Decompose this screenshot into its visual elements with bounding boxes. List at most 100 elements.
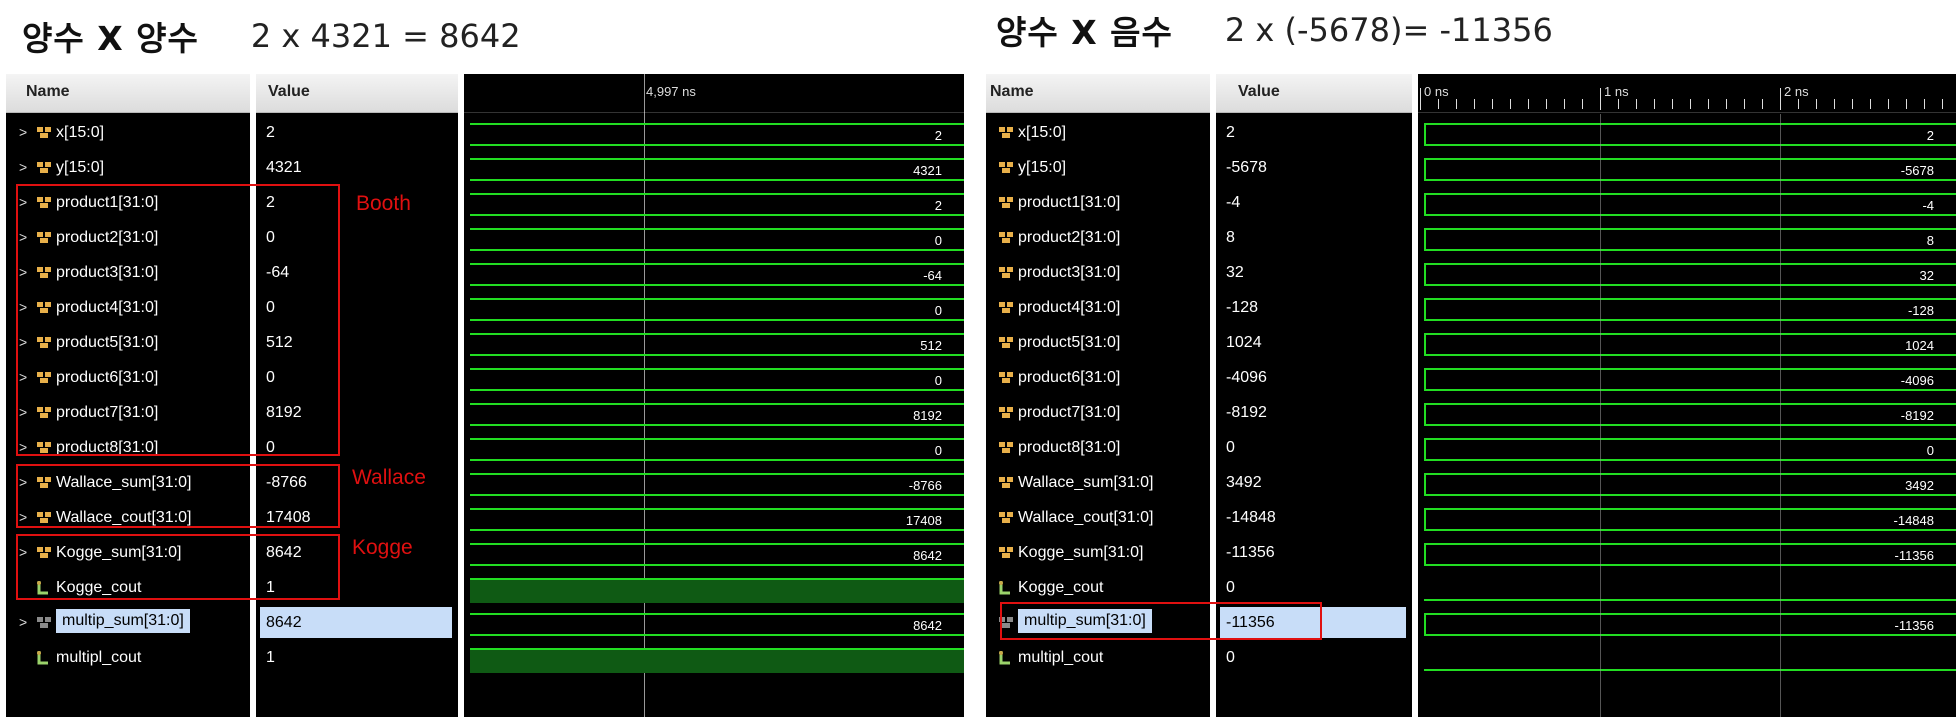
waveform-trace[interactable]: -11356	[1424, 606, 1956, 641]
signal-row[interactable]: > multip_sum[31:0]	[6, 606, 250, 641]
waveform-trace[interactable]: 0	[470, 431, 964, 466]
signal-value-row[interactable]: 8	[1216, 221, 1412, 256]
waveform-trace[interactable]	[1424, 571, 1956, 606]
signal-row[interactable]: Kogge_sum[31:0]	[986, 536, 1210, 571]
waveform-trace[interactable]: 8642	[470, 536, 964, 571]
right-time-ruler[interactable]: 0 ns 1 ns 2 ns	[1418, 74, 1956, 113]
signal-row[interactable]: product5[31:0]	[986, 326, 1210, 361]
waveform-trace[interactable]: -14848	[1424, 501, 1956, 536]
signal-row[interactable]: Kogge_cout	[986, 571, 1210, 606]
signal-value-row[interactable]: 3492	[1216, 466, 1412, 501]
signal-value-row[interactable]: 2	[1216, 116, 1412, 151]
signal-row[interactable]: Wallace_sum[31:0]	[986, 466, 1210, 501]
waveform-trace[interactable]: 3492	[1424, 466, 1956, 501]
left-name-header[interactable]: Name	[6, 74, 250, 113]
waveform-trace[interactable]: -4	[1424, 186, 1956, 221]
signal-row[interactable]: multipl_cout	[986, 641, 1210, 676]
waveform-trace[interactable]: 0	[1424, 431, 1956, 466]
waveform-trace[interactable]: 17408	[470, 501, 964, 536]
ruler-minor-tick	[1888, 99, 1889, 109]
right-value-header[interactable]: Value	[1216, 74, 1412, 113]
waveform-trace[interactable]: -8192	[1424, 396, 1956, 431]
waveform-trace[interactable]: 32	[1424, 256, 1956, 291]
signal-row[interactable]: > y[15:0]	[6, 151, 250, 186]
signal-row[interactable]: Wallace_cout[31:0]	[986, 501, 1210, 536]
waveform-trace[interactable]: -4096	[1424, 361, 1956, 396]
signal-value-row[interactable]: -11356	[1216, 536, 1412, 571]
signal-value-row[interactable]: 8642	[256, 606, 458, 641]
waveform-trace[interactable]: -5678	[1424, 151, 1956, 186]
waveform-trace[interactable]: -128	[1424, 291, 1956, 326]
expand-chevron-icon[interactable]: >	[19, 124, 27, 140]
waveform-trace[interactable]: 1024	[1424, 326, 1956, 361]
signal-row[interactable]: product4[31:0]	[986, 291, 1210, 326]
transition-edge	[1424, 473, 1434, 496]
signal-value-row[interactable]: 1024	[1216, 326, 1412, 361]
bus-signal-icon	[998, 335, 1014, 349]
bus-edge-bottom	[470, 354, 964, 356]
signal-value-row[interactable]: 32	[1216, 256, 1412, 291]
ruler-minor-tick	[1906, 99, 1907, 109]
signal-value-row[interactable]: 1	[256, 641, 458, 676]
signal-row[interactable]: product8[31:0]	[986, 431, 1210, 466]
waveform-trace[interactable]: -11356	[1424, 536, 1956, 571]
signal-value-row[interactable]: 4321	[256, 151, 458, 186]
bus-edge-top	[1424, 333, 1956, 335]
expand-chevron-icon[interactable]: >	[19, 614, 27, 630]
kogge-highlight-box	[16, 534, 340, 600]
signal-row[interactable]: product7[31:0]	[986, 396, 1210, 431]
signal-value-row[interactable]: -5678	[1216, 151, 1412, 186]
transition-edge	[1424, 508, 1434, 531]
signal-value-row[interactable]: -4096	[1216, 361, 1412, 396]
right-name-header[interactable]: Name	[986, 74, 1210, 113]
left-value-header[interactable]: Value	[256, 74, 458, 113]
signal-value-row[interactable]: 2	[256, 116, 458, 151]
waveform-trace[interactable]: 2	[1424, 116, 1956, 151]
signal-row[interactable]: multipl_cout	[6, 641, 250, 676]
waveform-trace[interactable]: 2	[470, 186, 964, 221]
waveform-trace[interactable]	[1424, 641, 1956, 676]
waveform-value-label: 0	[934, 303, 942, 318]
signal-row[interactable]: x[15:0]	[986, 116, 1210, 151]
waveform-value-label: 32	[1919, 268, 1934, 283]
bus-edge-bottom	[470, 459, 964, 461]
signal-row[interactable]: product6[31:0]	[986, 361, 1210, 396]
signal-value-row[interactable]: -4	[1216, 186, 1412, 221]
waveform-trace[interactable]: 8192	[470, 396, 964, 431]
expand-chevron-icon[interactable]: >	[19, 159, 27, 175]
left-time-ruler[interactable]: 4,997 ns	[464, 74, 964, 113]
signal-value-row[interactable]: 0	[1216, 641, 1412, 676]
waveform-trace[interactable]: 512	[470, 326, 964, 361]
waveform-trace[interactable]: 2	[470, 116, 964, 151]
left-equation: 2 x 4321 = 8642	[250, 17, 521, 55]
waveform-trace[interactable]: 0	[470, 361, 964, 396]
waveform-trace[interactable]	[470, 571, 964, 606]
waveform-trace[interactable]: 0	[470, 291, 964, 326]
signal-value-row[interactable]: -128	[1216, 291, 1412, 326]
signal-row[interactable]: > x[15:0]	[6, 116, 250, 151]
signal-value-row[interactable]: -8192	[1216, 396, 1412, 431]
right-wave-column[interactable]: 0 ns 1 ns 2 ns 2 -5678 -4 8 32 -128 1024 -4096 -81…	[1418, 74, 1956, 717]
waveform-trace[interactable]: -8766	[470, 466, 964, 501]
signal-row[interactable]: product2[31:0]	[986, 221, 1210, 256]
waveform-trace[interactable]: 0	[470, 221, 964, 256]
waveform-value-label: -4096	[1900, 373, 1934, 388]
signal-value-row[interactable]: 0	[1216, 431, 1412, 466]
signal-row[interactable]: product1[31:0]	[986, 186, 1210, 221]
left-wave-column[interactable]: 4,997 ns 2 4321 2 0 -64 0 512 0 8192 0 -8766 17408 8…	[464, 74, 964, 717]
signal-value-row[interactable]: -14848	[1216, 501, 1412, 536]
signal-row[interactable]: y[15:0]	[986, 151, 1210, 186]
waveform-trace[interactable]: -64	[470, 256, 964, 291]
waveform-value-label: 17408	[905, 513, 942, 528]
waveform-trace[interactable]	[470, 641, 964, 676]
bus-signal-icon	[998, 475, 1014, 489]
bus-edge-top	[470, 508, 964, 510]
bus-signal-icon	[998, 440, 1014, 454]
signal-row[interactable]: product3[31:0]	[986, 256, 1210, 291]
bus-signal-icon	[998, 405, 1014, 419]
bus-edge-top	[1424, 438, 1956, 440]
waveform-trace[interactable]: 8	[1424, 221, 1956, 256]
signal-value-row[interactable]: 0	[1216, 571, 1412, 606]
waveform-trace[interactable]: 4321	[470, 151, 964, 186]
waveform-trace[interactable]: 8642	[470, 606, 964, 641]
